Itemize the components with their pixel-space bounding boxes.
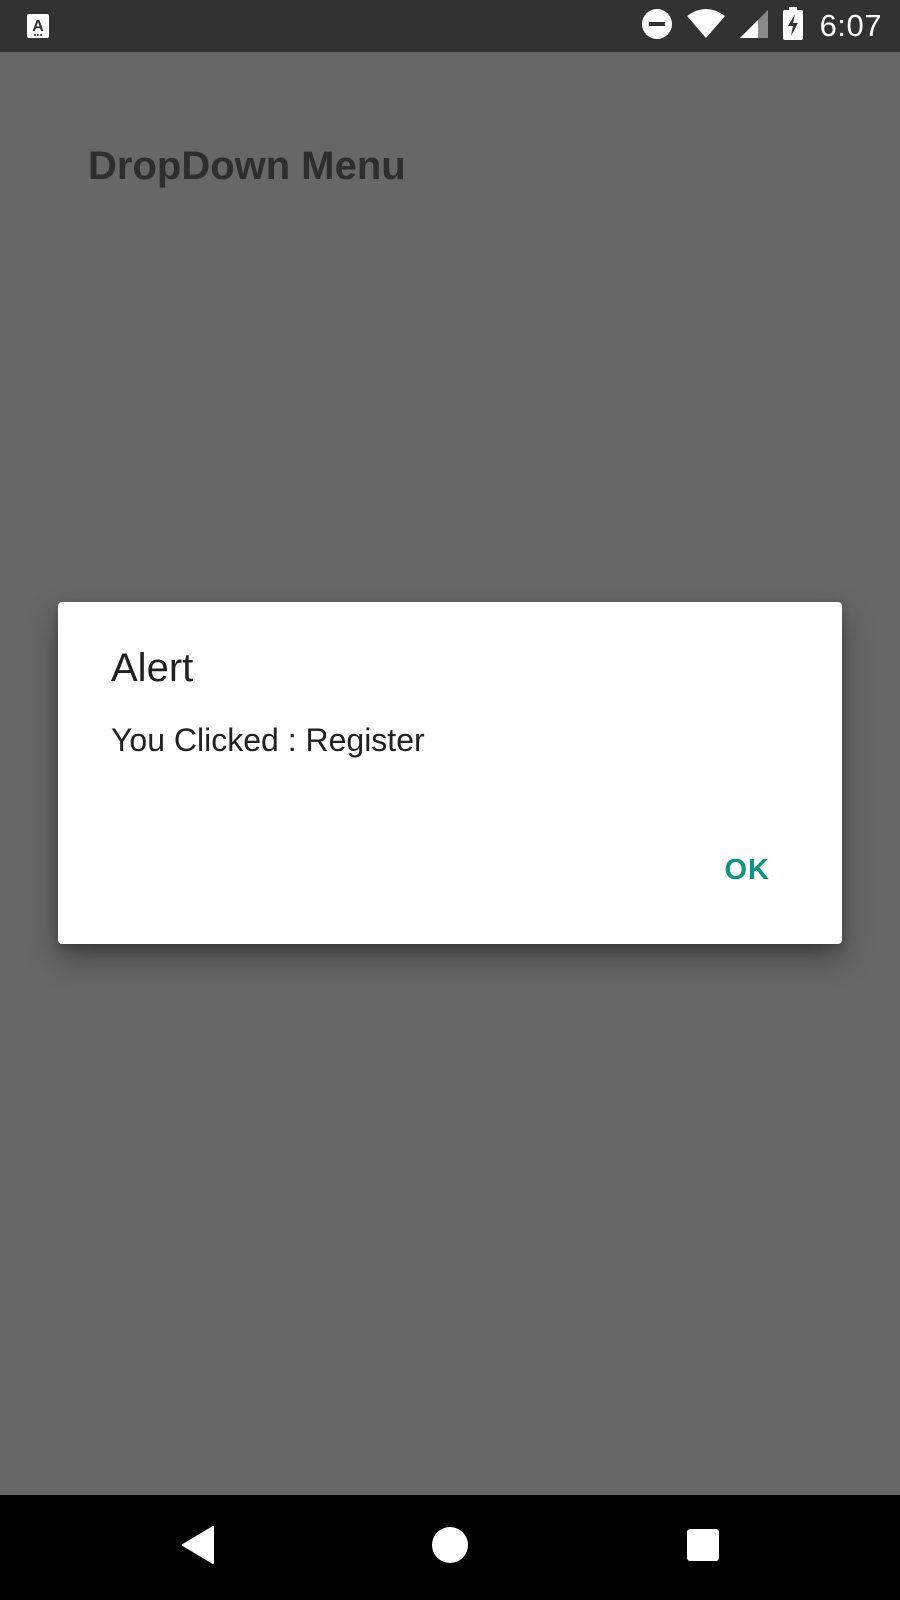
wifi-icon bbox=[686, 8, 726, 45]
status-time: 6:07 bbox=[819, 8, 882, 43]
home-icon bbox=[431, 1526, 469, 1569]
do-not-disturb-icon bbox=[640, 7, 674, 46]
status-bar: A 6:07 bbox=[0, 0, 900, 52]
battery-charging-icon bbox=[782, 6, 804, 46]
dialog-title: Alert bbox=[111, 646, 194, 690]
home-button[interactable] bbox=[395, 1495, 505, 1600]
ok-button[interactable]: OK bbox=[713, 848, 783, 893]
navigation-bar bbox=[0, 1495, 900, 1600]
cell-signal-icon bbox=[738, 8, 770, 45]
status-icons: 6:07 bbox=[640, 0, 882, 52]
back-icon bbox=[180, 1525, 216, 1570]
back-button[interactable] bbox=[143, 1495, 253, 1600]
recents-button[interactable] bbox=[648, 1495, 758, 1600]
dialog-message: You Clicked : Register bbox=[111, 722, 425, 758]
alert-dialog: Alert You Clicked : Register OK bbox=[58, 602, 842, 944]
recents-icon bbox=[686, 1528, 720, 1567]
app-notification-icon: A bbox=[26, 13, 50, 39]
svg-text:A: A bbox=[32, 18, 44, 35]
screen: A 6:07 DropDown Menu Alert You Clicked:… bbox=[0, 0, 900, 1600]
app-title: DropDown Menu bbox=[88, 144, 406, 188]
